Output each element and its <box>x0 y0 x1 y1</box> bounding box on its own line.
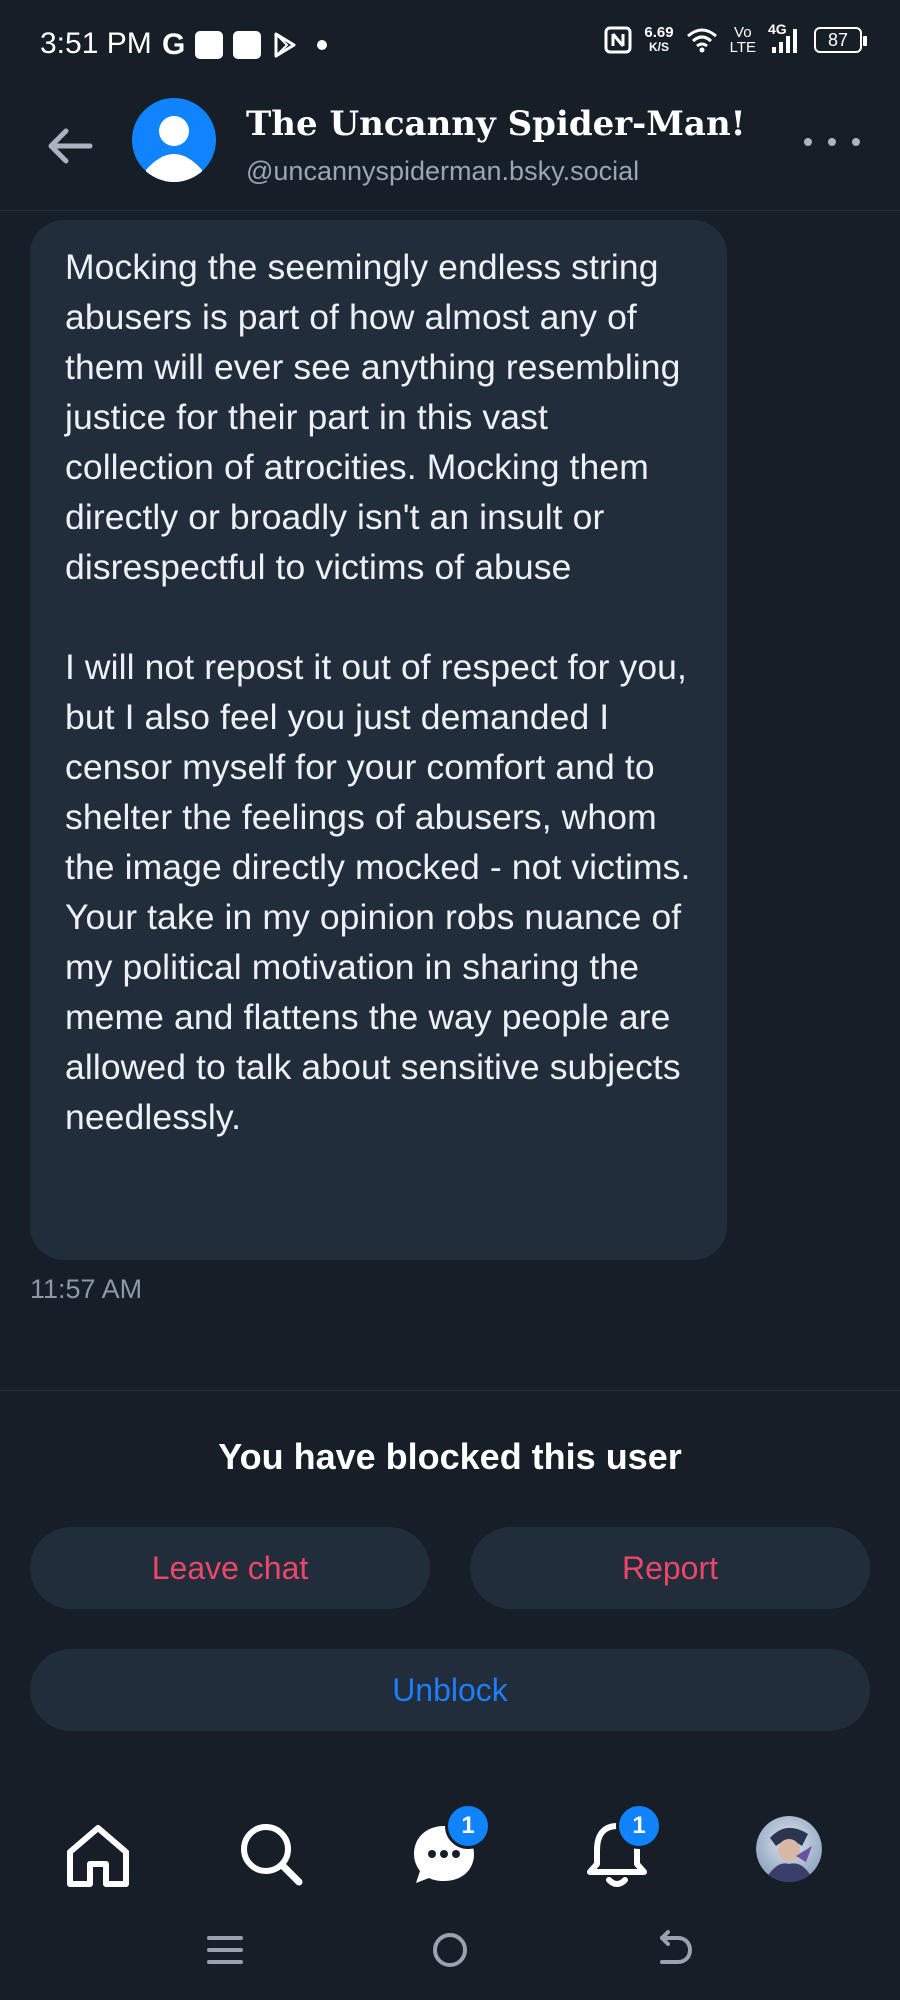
notifications-badge: 1 <box>616 1803 662 1849</box>
profile-avatar-image <box>756 1816 822 1882</box>
app-notification-icon <box>195 31 224 59</box>
speed-unit: K/S <box>648 40 669 54</box>
system-navigation <box>0 1920 900 1980</box>
volte-top: Vo <box>734 24 752 41</box>
chat-user-name[interactable]: The Uncanny Spider-Man! <box>246 104 746 144</box>
notification-icons: G <box>162 28 328 62</box>
leave-chat-button[interactable]: Leave chat <box>30 1527 430 1609</box>
message-paragraph: I will not repost it out of respect for … <box>65 647 691 1137</box>
blocked-notice: You have blocked this user <box>218 1436 682 1477</box>
user-avatar[interactable] <box>132 98 216 182</box>
unblock-button[interactable]: Unblock <box>30 1649 870 1731</box>
play-store-icon <box>274 32 296 58</box>
chat-unread-badge: 1 <box>445 1803 491 1849</box>
search-icon[interactable] <box>231 1814 311 1894</box>
home-icon[interactable] <box>58 1814 138 1894</box>
recent-apps-icon[interactable] <box>203 1928 247 1972</box>
battery-indicator: 87 <box>814 27 867 53</box>
profile-avatar[interactable] <box>756 1816 822 1882</box>
volte-indicator: Vo LTE <box>730 25 756 55</box>
speed-value: 6.69 <box>644 24 674 41</box>
back-arrow-icon[interactable] <box>40 116 100 176</box>
message-paragraph: Mocking the seemingly endless string abu… <box>65 247 681 587</box>
google-icon: G <box>162 28 186 61</box>
home-button-icon[interactable] <box>428 1928 472 1972</box>
signal-icon <box>772 29 797 53</box>
divider <box>0 1390 900 1391</box>
network-speed: 6.69 K/S <box>644 25 673 55</box>
dot <box>828 138 836 146</box>
back-button-icon[interactable] <box>652 1928 696 1972</box>
wifi-icon <box>686 28 717 53</box>
report-button[interactable]: Report <box>470 1527 870 1609</box>
chat-user-handle[interactable]: @uncannyspiderman.bsky.social <box>246 156 639 187</box>
message-timestamp: 11:57 AM <box>30 1274 143 1304</box>
chat-header: The Uncanny Spider-Man! @uncannyspiderma… <box>0 90 900 211</box>
nfc-icon <box>604 26 632 54</box>
cell-signal: 4G <box>768 21 802 55</box>
message-bubble[interactable]: Mocking the seemingly endless string abu… <box>30 220 727 1260</box>
dot <box>804 138 812 146</box>
more-options-button[interactable] <box>804 130 860 154</box>
volte-bottom: LTE <box>729 39 756 56</box>
battery-level: 87 <box>827 29 849 50</box>
more-notifications-dot-icon <box>317 40 328 50</box>
dot <box>852 138 860 146</box>
app-notification-icon <box>233 31 262 59</box>
status-time: 3:51 PM <box>40 27 152 60</box>
status-right: 6.69 K/S Vo LTE 4G 87 <box>604 21 867 55</box>
default-avatar-icon <box>146 116 202 182</box>
status-bar: 3:51 PM G 6.69 K/S Vo LTE 4G 87 <box>0 0 900 90</box>
